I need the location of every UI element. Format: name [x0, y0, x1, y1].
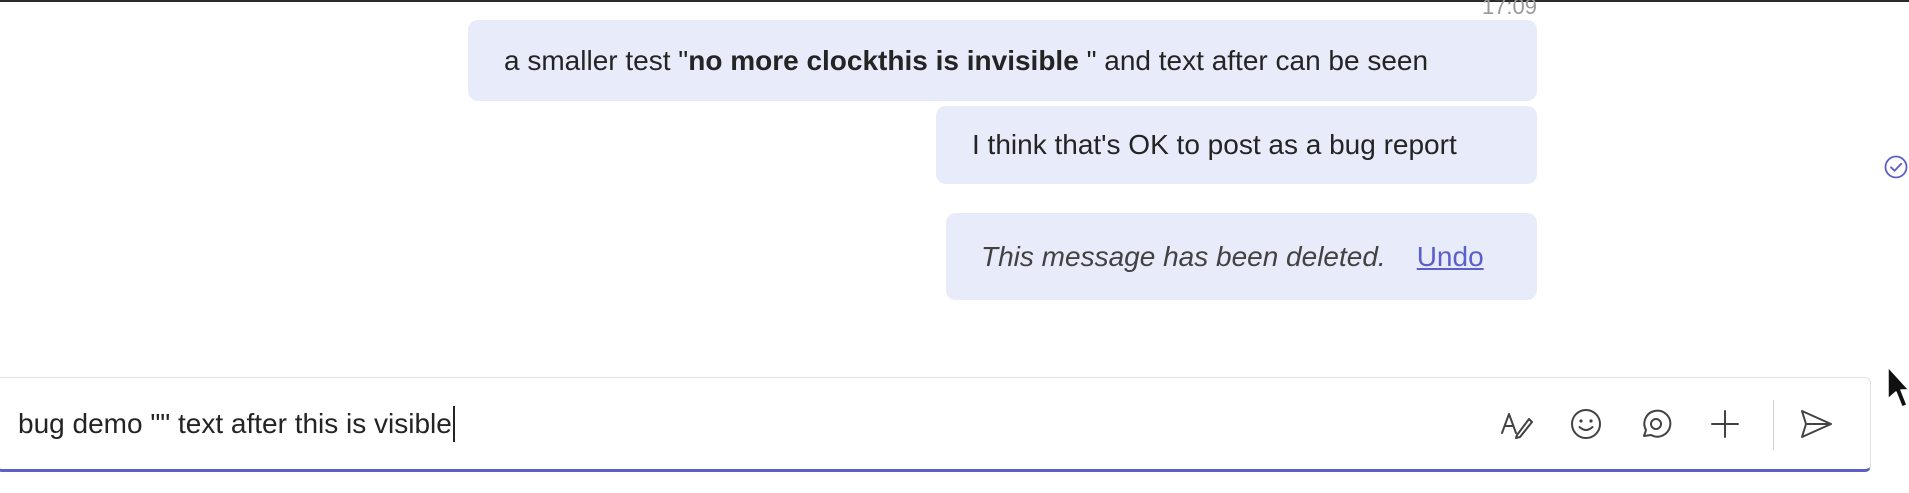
message-bubble[interactable]: I think that's OK to post as a bug repor…	[936, 106, 1537, 184]
format-icon	[1501, 413, 1533, 439]
compose-box[interactable]: bug demo "" text after this is visible	[0, 377, 1871, 472]
message-input[interactable]: bug demo "" text after this is visible	[18, 406, 455, 442]
emoji-button[interactable]	[1562, 400, 1610, 448]
deleted-message-bubble: This message has been deleted. Undo	[946, 213, 1537, 300]
message-text-segment: " and text after can be seen	[1086, 44, 1429, 76]
message-text: a smaller test "no more clockthis is inv…	[504, 45, 1428, 77]
toolbar-divider	[1773, 400, 1774, 450]
message-timestamp: 17:09	[1481, 0, 1537, 19]
text-caret	[452, 406, 455, 442]
undo-link[interactable]: Undo	[1417, 241, 1484, 273]
message-text: I think that's OK to post as a bug repor…	[972, 129, 1457, 160]
mouse-pointer-icon	[1887, 366, 1909, 408]
emoji-icon	[1571, 409, 1601, 439]
chat-pane: 17:09 a smaller test "no more clockthis …	[0, 0, 1909, 493]
send-button[interactable]	[1792, 400, 1840, 448]
deleted-message-text: This message has been deleted.	[981, 240, 1386, 272]
loop-icon	[1643, 409, 1672, 438]
message-text-segment: a smaller test "	[504, 44, 689, 76]
message-input-value: bug demo "" text after this is visible	[18, 408, 452, 439]
plus-icon	[1711, 410, 1739, 438]
check-circle-icon	[1884, 155, 1908, 179]
add-button[interactable]	[1701, 400, 1749, 448]
loop-button[interactable]	[1631, 400, 1679, 448]
message-text-bold-segment: no more clockthis is invisible	[688, 44, 1087, 76]
format-button[interactable]	[1493, 400, 1541, 448]
send-icon	[1801, 410, 1832, 438]
message-bubble[interactable]: a smaller test "no more clockthis is inv…	[468, 20, 1537, 101]
